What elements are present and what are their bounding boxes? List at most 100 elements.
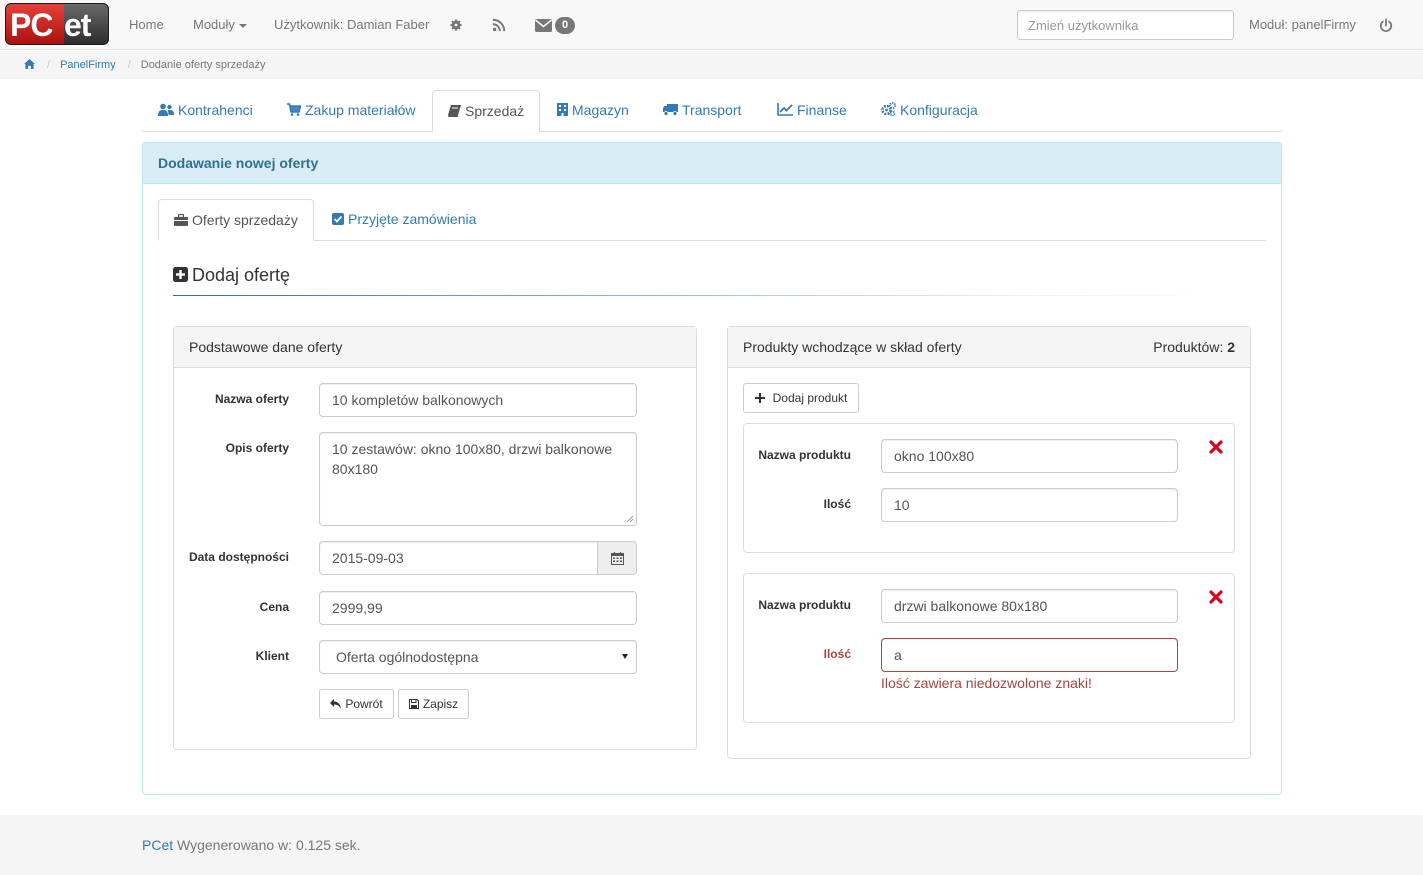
tab-transport[interactable]: Transport	[648, 90, 756, 132]
tab-przyjete-zamowienia[interactable]: Przyjęte zamówienia	[317, 199, 491, 241]
book-icon	[448, 105, 461, 117]
nav-modules-label: Moduły	[193, 17, 235, 32]
footer-generated: Wygenerowano w: 0.125 sek.	[177, 837, 361, 853]
product-qty-label: Ilość	[823, 647, 851, 661]
basic-data-panel: Podstawowe dane oferty Nazwa oferty Opis…	[173, 326, 697, 750]
save-button-label: Zapisz	[422, 697, 459, 711]
tab-label: Przyjęte zamówienia	[348, 211, 477, 227]
messages-link[interactable]: 0	[535, 15, 581, 35]
product-name-input[interactable]	[881, 589, 1178, 623]
offer-desc-textarea[interactable]: 10 zestawów: okno 100x80, drzwi balkonow…	[319, 432, 637, 526]
remove-product-icon[interactable]	[1208, 589, 1224, 605]
product-name-input[interactable]	[881, 439, 1178, 473]
line-chart-icon	[777, 103, 793, 116]
availability-date-input[interactable]	[319, 541, 599, 575]
users-icon	[158, 103, 174, 116]
product-qty-input[interactable]	[881, 488, 1178, 522]
basic-data-heading: Podstawowe dane oferty	[174, 327, 696, 368]
product-qty-label: Ilość	[823, 497, 851, 511]
footer-text: PCet Wygenerowano w: 0.125 sek.	[142, 837, 361, 853]
back-button[interactable]: Powrót	[319, 689, 394, 719]
floppy-disk-icon	[408, 699, 419, 709]
product-qty-input[interactable]	[881, 638, 1178, 672]
top-navbar: PC et Home Moduły Użytkownik: Damian Fab…	[0, 0, 1423, 50]
add-product-button[interactable]: Dodaj produkt	[743, 383, 859, 413]
back-button-label: Powrót	[345, 697, 383, 711]
tab-finanse[interactable]: Finanse	[762, 90, 862, 132]
footer-brand[interactable]: PCet	[142, 837, 173, 853]
offer-desc-label: Opis oferty	[225, 441, 289, 455]
tab-zakup-materialow[interactable]: Zakup materiałów	[272, 90, 431, 132]
resize-grip-icon[interactable]	[626, 515, 634, 523]
home-icon[interactable]	[24, 59, 35, 71]
tab-label: Zakup materiałów	[305, 102, 416, 118]
products-count-label: Produktów:	[1153, 339, 1224, 355]
add-product-label: Dodaj produkt	[772, 391, 848, 405]
tab-label: Konfiguracja	[900, 102, 978, 118]
gear-icon[interactable]	[446, 15, 466, 35]
pcet-logo[interactable]: PC et	[5, 3, 109, 45]
logo-pc: PC	[6, 4, 64, 44]
tab-kontrahenci[interactable]: Kontrahenci	[143, 90, 268, 132]
nav-user-link[interactable]: Użytkownik: Damian Faber	[274, 0, 429, 50]
power-icon[interactable]	[1376, 15, 1396, 35]
main-tabs: Kontrahenci Zakup materiałów Sprzedaż Ma…	[142, 90, 1282, 132]
tab-label: Oferty sprzedaży	[192, 212, 298, 228]
tab-magazyn[interactable]: Magazyn	[542, 90, 644, 132]
building-icon	[557, 103, 568, 116]
cart-icon	[287, 103, 301, 116]
messages-count-badge: 0	[555, 16, 576, 34]
calendar-button[interactable]	[597, 541, 637, 575]
breadcrumb-panel-link[interactable]: PanelFirmy	[60, 59, 116, 71]
change-user-input[interactable]	[1017, 10, 1234, 40]
section-title: Dodaj ofertę	[173, 265, 290, 286]
breadcrumb-separator: /	[47, 59, 51, 71]
client-label: Klient	[255, 649, 289, 663]
check-square-icon	[332, 213, 344, 225]
remove-product-icon[interactable]	[1208, 439, 1224, 455]
logo-et: et	[64, 7, 91, 43]
add-offer-panel: Dodawanie nowej oferty Oferty sprzedaży …	[142, 142, 1282, 795]
products-count-value: 2	[1227, 339, 1235, 355]
product-item: Nazwa produktu Ilość Ilość zawiera niedo…	[743, 573, 1235, 723]
tab-konfiguracja[interactable]: Konfiguracja	[866, 90, 993, 132]
plus-icon	[754, 393, 765, 403]
products-heading: Produkty wchodzące w skład oferty Produk…	[728, 327, 1250, 368]
section-divider	[173, 295, 1223, 296]
tab-label: Magazyn	[572, 102, 629, 118]
plus-square-icon	[173, 267, 188, 282]
price-input[interactable]	[319, 591, 637, 625]
tab-label: Sprzedaż	[465, 103, 525, 119]
calendar-icon	[610, 551, 624, 565]
nav-modules-dropdown[interactable]: Moduły	[193, 0, 247, 50]
client-select-value: Oferta ogólnodostępna	[336, 649, 479, 665]
client-select[interactable]: Oferta ogólnodostępna	[319, 640, 637, 674]
tab-sprzedaz[interactable]: Sprzedaż	[432, 90, 541, 132]
briefcase-icon	[174, 214, 188, 226]
breadcrumb: / PanelFirmy / Dodanie oferty sprzedaży	[0, 51, 1423, 79]
envelope-icon	[535, 18, 552, 32]
offer-name-label: Nazwa oferty	[214, 392, 289, 406]
save-button[interactable]: Zapisz	[398, 689, 469, 719]
products-count: Produktów: 2	[1153, 327, 1235, 368]
product-name-label: Nazwa produktu	[758, 448, 851, 462]
nav-home-link[interactable]: Home	[129, 0, 164, 50]
rss-icon[interactable]	[489, 15, 509, 35]
products-panel: Produkty wchodzące w skład oferty Produk…	[727, 326, 1251, 759]
truck-icon	[663, 104, 678, 116]
product-qty-error: Ilość zawiera niedozwolone znaki!	[881, 675, 1092, 691]
section-title-text: Dodaj ofertę	[192, 265, 291, 285]
products-heading-text: Produkty wchodzące w skład oferty	[743, 339, 962, 355]
product-name-label: Nazwa produktu	[758, 598, 851, 612]
breadcrumb-separator: /	[127, 59, 131, 71]
caret-down-icon	[622, 654, 628, 659]
reply-icon	[330, 699, 342, 709]
tab-oferty-sprzedazy[interactable]: Oferty sprzedaży	[158, 199, 314, 241]
tab-label: Kontrahenci	[178, 102, 253, 118]
product-item: Nazwa produktu Ilość	[743, 423, 1235, 553]
nav-module-label[interactable]: Moduł: panelFirmy	[1249, 0, 1356, 50]
offer-name-input[interactable]	[319, 383, 637, 417]
footer: PCet Wygenerowano w: 0.125 sek.	[0, 815, 1423, 875]
caret-down-icon	[238, 23, 247, 28]
cogs-icon	[881, 102, 896, 116]
